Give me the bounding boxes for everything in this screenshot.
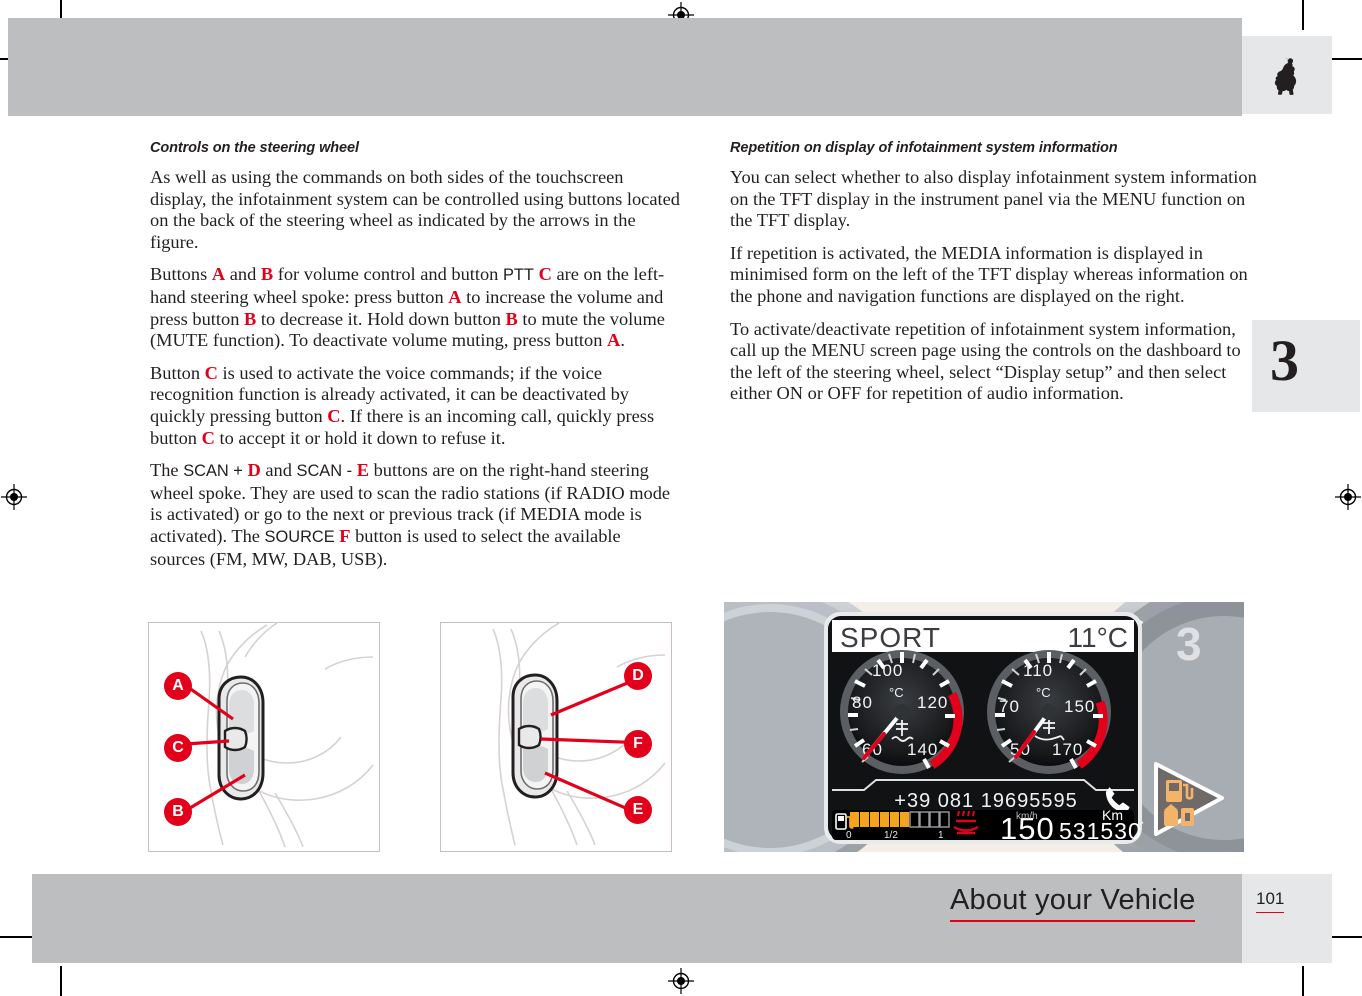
fuel-label-0: 0 bbox=[846, 830, 852, 841]
paragraph-volume-buttons: Buttons A and B for volume control and b… bbox=[150, 264, 665, 351]
callout-e: E bbox=[624, 796, 652, 824]
cluster-mode-label: SPORT bbox=[840, 622, 941, 653]
fuel-label-half: 1/2 bbox=[884, 830, 898, 841]
right-text-column: Repetition on display of infotainment sy… bbox=[730, 140, 1260, 416]
cluster-phone-number: +39 081 19695595 bbox=[894, 790, 1077, 812]
gauge-oil-temperature: 110 70 150 50 170 °C bbox=[987, 650, 1111, 774]
callout-c-label: C bbox=[164, 734, 192, 762]
ref-label-e: E bbox=[356, 460, 369, 481]
callout-f-label: F bbox=[624, 730, 652, 758]
paragraph-intro: As well as using the commands on both si… bbox=[150, 167, 680, 252]
gauge-right-tick-150: 150 bbox=[1064, 697, 1095, 716]
crop-mark-bottom-right-vertical bbox=[1302, 966, 1304, 996]
registration-mark-left bbox=[1, 484, 27, 510]
instrument-cluster-illustration: 3 SPORT 11°C 100 80 120 140 °C 110 70 15… bbox=[724, 602, 1244, 852]
scan-plus-label: SCAN + bbox=[183, 462, 243, 481]
gauge-left-tick-100: 100 bbox=[872, 661, 903, 680]
cluster-odometer-value: 531530 bbox=[1059, 818, 1142, 844]
callout-d-label: D bbox=[624, 662, 652, 690]
callout-a-label: A bbox=[164, 672, 192, 700]
footer-page-number: 101 bbox=[1256, 889, 1285, 913]
ferrari-prancing-horse-logo-icon bbox=[1274, 58, 1297, 95]
gauge-right-tick-110: 110 bbox=[1023, 661, 1053, 680]
cluster-speed-unit: km/h bbox=[1016, 811, 1038, 822]
callout-b-label: B bbox=[164, 798, 192, 826]
callout-c: C bbox=[164, 734, 192, 762]
left-column-heading: Controls on the steering wheel bbox=[150, 140, 359, 156]
paragraph-voice-commands: Button C is used to activate the voice c… bbox=[150, 362, 655, 448]
footer-section-title: About your Vehicle bbox=[950, 884, 1196, 922]
crop-mark-bottom-left-horizontal bbox=[0, 936, 32, 938]
tft-display: SPORT 11°C 100 80 120 140 °C 110 70 150 … bbox=[824, 612, 1142, 846]
crop-mark-bottom-right-horizontal bbox=[1330, 936, 1362, 938]
paragraph-repetition-select: You can select whether to also display i… bbox=[730, 167, 1257, 231]
tacho-partial-number: 3 bbox=[1176, 618, 1202, 670]
callout-f: F bbox=[624, 730, 652, 758]
callout-b: B bbox=[164, 798, 192, 826]
callout-a: A bbox=[164, 672, 192, 700]
ref-label-b: B bbox=[260, 264, 274, 285]
chapter-number: 3 bbox=[1270, 328, 1299, 393]
paragraph-scan-source: The SCAN + D and SCAN - E buttons are on… bbox=[150, 460, 671, 569]
header-gray-band bbox=[8, 18, 1242, 116]
ref-label-a: A bbox=[211, 264, 226, 285]
paragraph-repetition-activate: To activate/deactivate repetition of inf… bbox=[730, 318, 1241, 404]
ref-label-c: C bbox=[538, 264, 552, 285]
gauge-left-tick-140: 140 bbox=[907, 740, 938, 759]
gauge-left-tick-80: 80 bbox=[852, 693, 873, 712]
crop-mark-top-right-horizontal bbox=[1330, 58, 1362, 60]
gauge-right-tick-170: 170 bbox=[1052, 740, 1083, 759]
registration-mark-right bbox=[1335, 484, 1361, 510]
figure-instrument-cluster: 3 SPORT 11°C 100 80 120 140 °C 110 70 15… bbox=[724, 602, 1244, 852]
gauge-left-unit: °C bbox=[889, 685, 904, 700]
brand-logo-box bbox=[1242, 36, 1332, 114]
scan-minus-label: SCAN - bbox=[296, 462, 353, 481]
cluster-outside-temp: 11°C bbox=[1068, 622, 1128, 653]
right-column-heading: Repetition on display of infotainment sy… bbox=[730, 140, 1118, 156]
ref-label-d: D bbox=[247, 460, 261, 481]
gauge-right-tick-70: 70 bbox=[999, 697, 1020, 716]
cluster-odometer-unit: Km bbox=[1102, 807, 1123, 823]
ptt-label: PTT bbox=[502, 266, 534, 285]
crop-mark-top-right-vertical bbox=[1302, 0, 1304, 30]
ref-label-f: F bbox=[339, 525, 351, 546]
footer-page-box bbox=[1242, 874, 1332, 963]
callout-e-label: E bbox=[624, 796, 652, 824]
gauge-coolant-temperature: 100 80 120 60 140 °C bbox=[840, 650, 964, 774]
gauge-right-unit: °C bbox=[1036, 685, 1051, 700]
chapter-tab: 3 bbox=[1252, 320, 1360, 412]
gauge-left-tick-120: 120 bbox=[917, 693, 948, 712]
fuel-label-1: 1 bbox=[938, 830, 944, 841]
crop-mark-bottom-left-vertical bbox=[60, 966, 62, 996]
left-text-column: Controls on the steering wheel As well a… bbox=[150, 140, 680, 581]
callout-d: D bbox=[624, 662, 652, 690]
source-label: SOURCE bbox=[264, 527, 335, 546]
paragraph-repetition-layout: If repetition is activated, the MEDIA in… bbox=[730, 242, 1248, 306]
registration-mark-bottom bbox=[668, 968, 694, 994]
